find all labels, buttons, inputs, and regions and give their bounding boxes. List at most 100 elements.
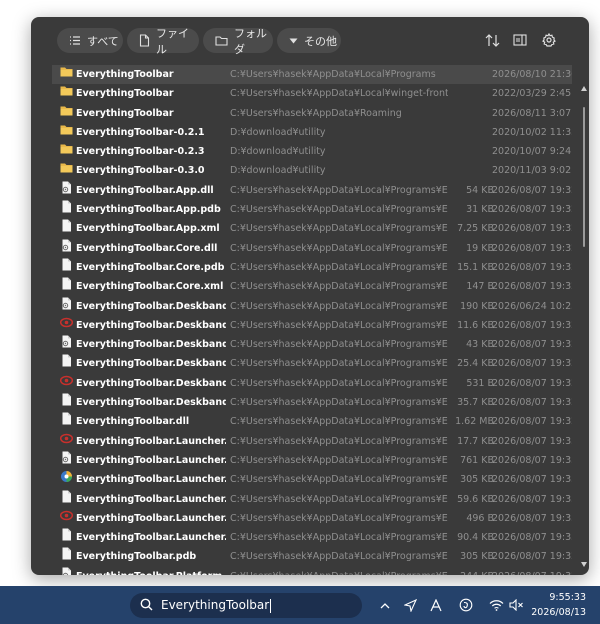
results-list: EverythingToolbar C:¥Users¥hasek¥AppData¥… (52, 65, 572, 575)
result-size: 35.7 KB (457, 397, 494, 409)
file-icon (60, 354, 73, 367)
result-row[interactable]: EverythingToolbar.App.pdb C:¥Users¥hasek¥… (52, 200, 572, 219)
result-date: 2026/08/07 19:32 (492, 416, 572, 428)
dll-file-icon (60, 239, 73, 252)
preview-pane-icon[interactable] (510, 30, 530, 50)
chevron-up-icon[interactable] (377, 597, 393, 613)
result-size: 25.4 KB (457, 358, 494, 370)
location-icon[interactable] (402, 597, 418, 613)
result-row[interactable]: EverythingToolbar.Core.pdb C:¥Users¥hasek… (52, 258, 572, 277)
result-row[interactable]: EverythingToolbar-0.3.0 D:¥download¥utili… (52, 161, 572, 180)
result-row[interactable]: EverythingToolbar C:¥Users¥hasek¥AppData¥… (52, 104, 572, 123)
settings-gear-icon[interactable] (539, 30, 559, 50)
result-size: 761 KB (460, 454, 494, 466)
result-row[interactable]: EverythingToolbar.Launcher.dll C:¥Users¥h… (52, 451, 572, 470)
result-name: EverythingToolbar.Platform.dll (76, 567, 226, 575)
folder-icon (60, 65, 73, 78)
filter-other-button[interactable]: その他 (277, 28, 341, 53)
result-row[interactable]: EverythingToolbar.Deskband.co... C:¥Users… (52, 297, 572, 316)
dll-file-icon (60, 335, 73, 348)
scroll-up-arrow-icon[interactable] (581, 86, 587, 91)
search-results-panel: すべて ファイル フォルダ その他 EverythingToolbar C:¥U… (31, 17, 589, 575)
result-date: 2026/08/07 19:33 (492, 454, 572, 466)
result-name: EverythingToolbar.Launcher.deps... (76, 435, 226, 447)
result-row[interactable]: EverythingToolbar.Deskband.pdb C:¥Users¥h… (52, 354, 572, 373)
result-date: 2022/03/29 2:45 (492, 88, 572, 100)
json-file-icon (59, 432, 74, 445)
folder-icon (60, 161, 73, 174)
result-row[interactable]: EverythingToolbar.App.dll C:¥Users¥hasek¥… (52, 181, 572, 200)
file-icon (60, 528, 73, 541)
result-name: EverythingToolbar-0.2.3 (76, 146, 205, 158)
dll-file-icon (60, 451, 73, 464)
volume-muted-icon[interactable] (508, 597, 524, 613)
filter-toolbar: すべて ファイル フォルダ その他 (31, 17, 589, 67)
ime-a-icon[interactable] (428, 597, 444, 613)
result-name: EverythingToolbar.Core.dll (76, 242, 218, 254)
taskbar-clock[interactable]: 9:55:33 2026/08/13 (531, 590, 586, 620)
result-path: C:¥Users¥hasek¥AppData¥Local¥Programs¥Ev… (230, 493, 448, 505)
result-date: 2026/08/10 21:36 (492, 69, 572, 80)
result-size: 496 B (466, 512, 494, 524)
result-path: C:¥Users¥hasek¥AppData¥Local¥Programs¥Ev… (230, 261, 448, 273)
filter-folders-button[interactable]: フォルダ (203, 27, 273, 56)
result-row[interactable]: EverythingToolbar.App.xml C:¥Users¥hasek¥… (52, 219, 572, 238)
taskbar-search-box[interactable]: EverythingToolbar (130, 593, 362, 618)
json-file-icon (59, 316, 74, 329)
result-path: D:¥download¥utility (230, 146, 326, 158)
dll-file-icon (60, 181, 73, 194)
result-path: C:¥Users¥hasek¥AppData¥Local¥Programs¥Ev… (230, 397, 448, 409)
result-row[interactable]: EverythingToolbar.dll C:¥Users¥hasek¥AppD… (52, 412, 572, 431)
filter-all-button[interactable]: すべて (57, 28, 123, 53)
result-name: EverythingToolbar.dll (76, 416, 190, 428)
result-row[interactable]: EverythingToolbar.Launcher.pdb C:¥Users¥h… (52, 490, 572, 509)
result-row[interactable]: EverythingToolbar.Core.dll C:¥Users¥hasek… (52, 239, 572, 258)
filter-files-button[interactable]: ファイル (127, 27, 199, 56)
result-size: 531 B (466, 377, 494, 389)
result-row[interactable]: EverythingToolbar.Launcher.exe C:¥Users¥h… (52, 470, 572, 489)
result-row[interactable]: EverythingToolbar.Deskband.runt... C:¥Use… (52, 374, 572, 393)
scroll-thumb[interactable] (583, 107, 585, 247)
result-name: EverythingToolbar.Launcher.runti... (76, 512, 226, 524)
result-row[interactable]: EverythingToolbar.Launcher.runti... C:¥Us… (52, 509, 572, 528)
result-row[interactable]: EverythingToolbar C:¥Users¥hasek¥AppData¥… (52, 84, 572, 103)
result-date: 2020/10/07 9:24 (492, 146, 572, 158)
taskbar: EverythingToolbar 9:55:33 2026/08/13 (0, 586, 600, 624)
result-date: 2020/11/03 9:02 (492, 165, 572, 177)
result-row[interactable]: EverythingToolbar.Deskband.dep... C:¥User… (52, 316, 572, 335)
ime-mode-icon[interactable] (458, 597, 474, 613)
result-name: EverythingToolbar (76, 69, 174, 80)
result-date: 2026/08/07 19:32 (492, 358, 572, 370)
result-path: C:¥Users¥hasek¥AppData¥Roaming (230, 107, 402, 119)
result-row[interactable]: EverythingToolbar.Deskband.xml C:¥Users¥h… (52, 393, 572, 412)
result-path: C:¥Users¥hasek¥AppData¥Local¥winget-fron… (230, 88, 448, 100)
sort-icon[interactable] (482, 30, 502, 50)
results-scrollbar[interactable] (581, 82, 587, 572)
result-name: EverythingToolbar.pdb (76, 551, 197, 563)
exe-app-icon (60, 470, 73, 483)
result-path: C:¥Users¥hasek¥AppData¥Local¥Programs¥Ev… (230, 512, 448, 524)
result-date: 2026/08/07 19:32 (492, 567, 572, 575)
result-row[interactable]: EverythingToolbar.Launcher.deps... C:¥Use… (52, 432, 572, 451)
result-row[interactable]: EverythingToolbar.Core.xml C:¥Users¥hasek… (52, 277, 572, 296)
result-row[interactable]: EverythingToolbar.pdb C:¥Users¥hasek¥AppD… (52, 547, 572, 566)
folder-icon (60, 104, 73, 117)
result-row[interactable]: EverythingToolbar-0.2.3 D:¥download¥utili… (52, 142, 572, 161)
result-row[interactable]: EverythingToolbar.Launcher.xml C:¥Users¥h… (52, 528, 572, 547)
filter-other-label: その他 (304, 34, 337, 48)
result-row[interactable]: EverythingToolbar C:¥Users¥hasek¥AppData¥… (52, 65, 572, 85)
wifi-icon[interactable] (488, 597, 504, 613)
result-name: EverythingToolbar.Deskband.runt... (76, 377, 226, 389)
result-row[interactable]: EverythingToolbar.Platform.dll C:¥Users¥h… (52, 567, 572, 575)
folder-icon (215, 35, 228, 46)
clock-date: 2026/08/13 (531, 607, 586, 618)
result-name: EverythingToolbar.Launcher.dll (76, 454, 226, 466)
result-name: EverythingToolbar.Deskband.co... (76, 300, 226, 312)
result-row[interactable]: EverythingToolbar-0.2.1 D:¥download¥utili… (52, 123, 572, 142)
result-path: C:¥Users¥hasek¥AppData¥Local¥Programs¥Ev… (230, 339, 448, 351)
result-row[interactable]: EverythingToolbar.Deskband.dll C:¥Users¥h… (52, 335, 572, 354)
result-path: D:¥download¥utility (230, 126, 326, 138)
file-icon (60, 219, 73, 232)
filter-files-label: ファイル (156, 26, 189, 56)
scroll-down-arrow-icon[interactable] (581, 562, 587, 567)
